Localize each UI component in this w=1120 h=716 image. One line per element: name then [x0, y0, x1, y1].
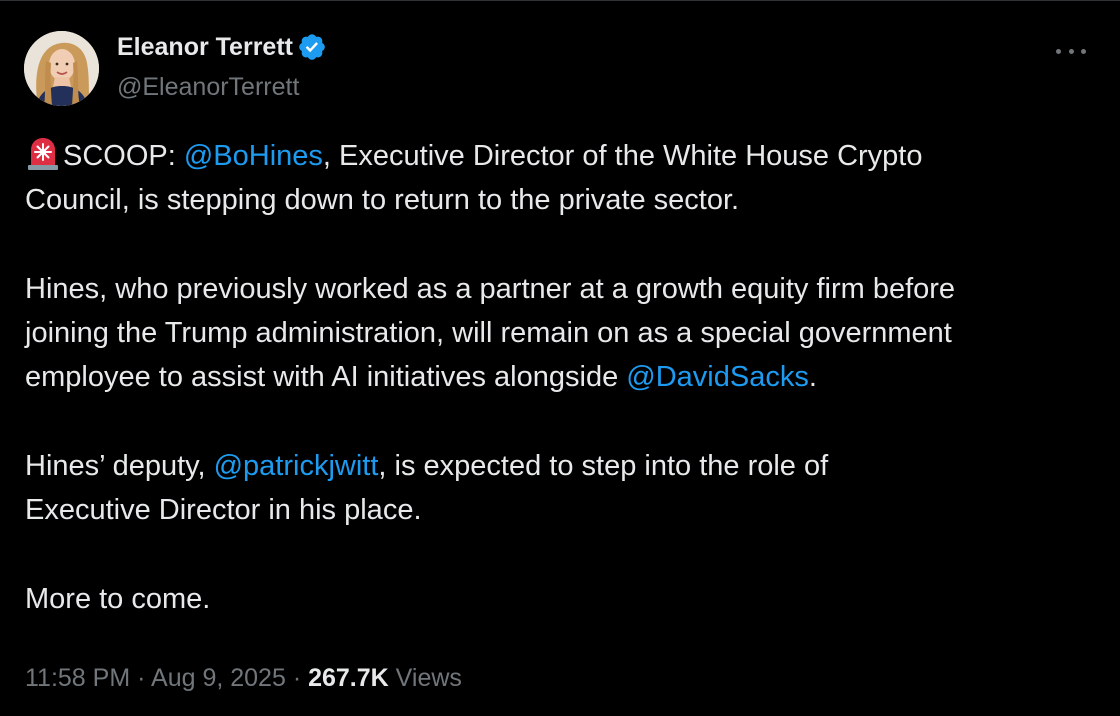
tweet-text-segment: Hines, who previously worked as a partne…: [25, 273, 956, 305]
tweet-card: Eleanor Terrett @EleanorTerrett SCOOP: @…: [0, 0, 1120, 716]
tweet-text-segment: joining the Trump administration, will r…: [25, 317, 952, 349]
meta-separator: ·: [292, 664, 302, 692]
author-name-row[interactable]: Eleanor Terrett: [117, 31, 327, 63]
meta-separator: ·: [137, 664, 146, 692]
verified-badge-icon[interactable]: [297, 32, 327, 62]
tweet-paragraph-1: SCOOP: @BoHines, Executive Director of t…: [25, 134, 1100, 222]
author-avatar[interactable]: [24, 31, 99, 106]
siren-emoji-icon: [28, 138, 58, 170]
scoop-label: SCOOP:: [63, 140, 184, 172]
more-dot: [1068, 48, 1074, 54]
profile-avatar-image: [24, 31, 99, 106]
author-handle[interactable]: @EleanorTerrett: [117, 71, 299, 103]
tweet-text-segment: employee to assist with AI initiatives a…: [25, 361, 627, 393]
tweet-text-segment: Executive Director in his place.: [25, 494, 422, 526]
more-dot: [1056, 48, 1061, 54]
tweet-paragraph-2: Hines, who previously worked as a partne…: [25, 267, 1100, 399]
views-count[interactable]: 267.7K: [308, 664, 389, 692]
tweet-date-link[interactable]: Aug 9, 2025: [151, 664, 286, 692]
tweet-text-segment: More to come.: [25, 583, 211, 615]
tweet-meta: 11:58 PM · Aug 9, 2025 · 267.7K Views: [25, 661, 462, 695]
tweet-text-segment: , is expected to step into the role of: [378, 450, 829, 482]
tweet-time-link[interactable]: 11:58 PM: [25, 664, 130, 692]
tweet-text-segment: , Executive Director of the White House …: [322, 140, 923, 172]
views-label[interactable]: Views: [396, 664, 462, 692]
tweet-text-segment: Council, is stepping down to return to t…: [25, 184, 740, 216]
author-name[interactable]: Eleanor Terrett: [117, 31, 293, 63]
tweet-text: SCOOP: @BoHines, Executive Director of t…: [25, 134, 1100, 666]
tweet-paragraph-4: More to come.: [25, 577, 1100, 621]
tweet-text-segment: .: [808, 361, 817, 393]
mention-davidsacks-link[interactable]: @DavidSacks: [626, 361, 809, 393]
tweet-paragraph-3: Hines’ deputy, @patrickjwitt, is expecte…: [25, 444, 1100, 532]
mention-patrickjwitt-link[interactable]: @patrickjwitt: [214, 450, 379, 482]
more-dot: [1081, 48, 1086, 54]
tweet-text-segment: Hines’ deputy,: [25, 450, 214, 482]
more-options-icon[interactable]: [1056, 41, 1086, 61]
mention-bohines-link[interactable]: @BoHines: [184, 140, 323, 172]
